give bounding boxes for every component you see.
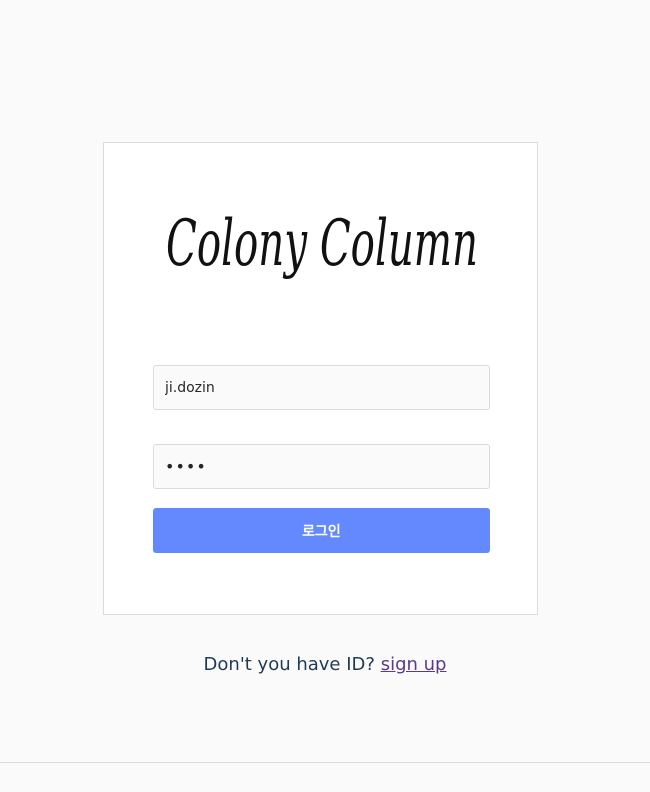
svg-text:Colony Column: Colony Column (166, 207, 478, 281)
login-button[interactable]: 로그인 (153, 508, 490, 553)
signup-link[interactable]: sign up (381, 654, 447, 675)
signup-prompt: Don't you have ID? sign up (0, 654, 650, 675)
footer-divider (0, 762, 650, 763)
password-input[interactable] (153, 444, 490, 489)
brand-logo: Colony Column (166, 207, 478, 281)
username-input[interactable] (153, 365, 490, 410)
signup-prompt-text: Don't you have ID? (203, 654, 375, 675)
login-card: Colony Column 로그인 (103, 142, 538, 615)
